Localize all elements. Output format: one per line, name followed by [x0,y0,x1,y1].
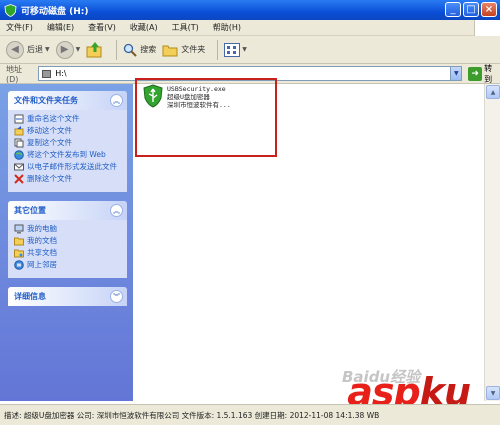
standard-toolbar: ◀ 后退 ▼ ▶ ▼ 搜索 文件夹 ▼ [0,36,500,64]
panel-title: 其它位置 [14,206,46,215]
address-dropdown-button[interactable]: ▼ [450,66,463,81]
computer-icon [14,224,24,234]
email-icon [14,163,24,171]
search-label: 搜索 [140,45,157,54]
scroll-up-button[interactable]: ▲ [486,85,500,99]
details-panel: 详细信息 ︾ [8,287,127,306]
task-label: 移动这个文件 [27,126,72,135]
place-label: 我的电脑 [27,224,57,233]
task-label: 复制这个文件 [27,138,72,147]
task-label: 以电子邮件形式发送此文件 [27,162,117,171]
views-icon [224,42,241,57]
panel-title: 详细信息 [14,292,46,301]
up-folder-button[interactable] [86,41,104,59]
copy-icon [14,138,24,148]
documents-folder-icon [14,237,24,246]
folders-icon [162,45,178,56]
task-rename[interactable]: 重命名这个文件 [14,114,123,124]
rename-icon [14,114,24,124]
shield-app-icon [4,3,17,17]
forward-arrow-icon: ▶ [55,40,74,59]
drive-icon [42,69,52,78]
task-label: 删除这个文件 [27,174,72,183]
file-item-usbsecurity[interactable]: USBSecurity.exe 超级U盘加密器 深圳市恒波软件有... [143,84,267,114]
folders-label: 文件夹 [181,45,206,54]
collapse-icon[interactable]: ︽ [110,94,123,107]
back-label: 后退 [27,45,43,54]
address-value: H:\ [55,69,67,78]
details-header[interactable]: 详细信息 ︾ [8,287,127,306]
shared-folder-icon [14,249,24,258]
task-move[interactable]: 移动这个文件 [14,126,123,136]
task-publish-web[interactable]: 将这个文件发布到 Web [14,150,123,160]
other-places-header[interactable]: 其它位置 ︽ [8,201,127,220]
network-icon [14,260,24,270]
move-icon [14,126,24,136]
panel-title: 文件和文件夹任务 [14,96,78,105]
task-label: 将这个文件发布到 Web [27,150,106,159]
web-publish-icon [14,150,24,160]
window-title: 可移动磁盘 (H:) [21,6,89,17]
place-my-computer[interactable]: 我的电脑 [14,224,123,234]
go-arrow-icon: ➜ [468,66,483,81]
up-folder-icon [86,41,102,57]
close-button[interactable]: × [481,2,497,17]
forward-button[interactable]: ▶ ▼ [55,40,81,59]
toolbar-separator [217,39,219,60]
forward-dropdown-icon: ▼ [75,46,81,53]
views-button[interactable]: ▼ [224,42,247,57]
search-icon [124,43,137,57]
windows-logo-icon [474,20,500,36]
place-network[interactable]: 网上邻居 [14,260,123,270]
task-copy[interactable]: 复制这个文件 [14,138,123,148]
go-button[interactable]: ➜ 转到 [468,63,500,85]
menu-favorites[interactable]: 收藏(A) [130,22,158,33]
back-arrow-icon: ◀ [6,40,24,59]
file-description: 超级U盘加密器 [167,93,210,101]
back-dropdown-icon: ▼ [45,46,50,53]
task-label: 重命名这个文件 [27,114,80,123]
place-my-documents[interactable]: 我的文档 [14,236,123,246]
address-label: 地址(D) [6,64,22,84]
file-company: 深圳市恒波软件有... [167,101,231,109]
delete-icon [14,174,24,184]
menu-tools[interactable]: 工具(T) [172,22,199,33]
highlight-annotation: USBSecurity.exe 超级U盘加密器 深圳市恒波软件有... [135,78,277,157]
file-view: USBSecurity.exe 超级U盘加密器 深圳市恒波软件有... ▲ ▼ [133,78,500,401]
place-label: 共享文档 [27,248,57,257]
menu-help[interactable]: 帮助(H) [213,22,241,33]
folders-button[interactable]: 文件夹 [162,43,205,57]
place-label: 网上邻居 [27,260,57,269]
menu-file[interactable]: 文件(F) [6,22,33,33]
file-tasks-panel: 文件和文件夹任务 ︽ 重命名这个文件 移动这个文件 复制这个文件 将这个文件发布… [8,91,127,192]
menu-view[interactable]: 查看(V) [88,22,116,33]
expand-icon[interactable]: ︾ [110,290,123,303]
file-name: USBSecurity.exe [167,85,226,93]
minimize-button[interactable]: _ [445,2,461,17]
title-bar: 可移动磁盘 (H:) _ □ × [0,0,500,20]
usb-shield-icon [143,84,163,108]
place-label: 我的文档 [27,236,57,245]
task-delete[interactable]: 删除这个文件 [14,174,123,184]
menu-bar: 文件(F) 编辑(E) 查看(V) 收藏(A) 工具(T) 帮助(H) [0,20,500,36]
status-bar: 描述: 超级U盘加密器 公司: 深圳市恒波软件有限公司 文件版本: 1.5.1.… [0,404,500,425]
back-button[interactable]: ◀ 后退 ▼ [6,40,50,59]
scroll-down-button[interactable]: ▼ [486,386,500,400]
task-email[interactable]: 以电子邮件形式发送此文件 [14,162,123,172]
maximize-button[interactable]: □ [463,2,479,17]
search-button[interactable]: 搜索 [123,43,156,57]
file-tasks-header[interactable]: 文件和文件夹任务 ︽ [8,91,127,110]
collapse-icon[interactable]: ︽ [110,204,123,217]
toolbar-separator [116,39,118,60]
menu-edit[interactable]: 编辑(E) [47,22,74,33]
vertical-scrollbar[interactable]: ▲ ▼ [484,84,500,401]
task-pane: 文件和文件夹任务 ︽ 重命名这个文件 移动这个文件 复制这个文件 将这个文件发布… [0,84,133,401]
go-label: 转到 [484,63,493,84]
other-places-panel: 其它位置 ︽ 我的电脑 我的文档 共享文档 网上邻居 [8,201,127,278]
views-dropdown-icon: ▼ [242,46,247,53]
place-shared-documents[interactable]: 共享文档 [14,248,123,258]
status-text: 描述: 超级U盘加密器 公司: 深圳市恒波软件有限公司 文件版本: 1.5.1.… [4,410,380,420]
